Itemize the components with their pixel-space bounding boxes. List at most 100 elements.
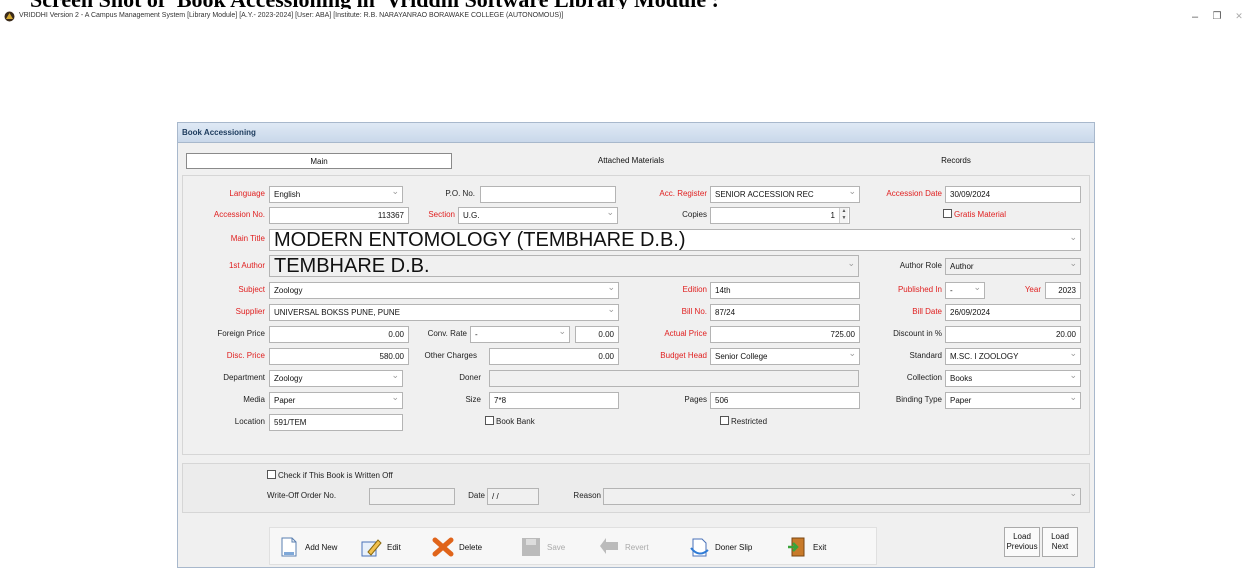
author-role-select[interactable]: Author bbox=[945, 258, 1081, 275]
new-document-icon bbox=[281, 537, 297, 557]
published-in-label: Published In bbox=[897, 285, 942, 294]
written-off-label: Check if This Book is Written Off bbox=[278, 471, 393, 480]
app-titlebar: VRIDDHI Version 2 - A Campus Management … bbox=[0, 9, 1248, 27]
section-select[interactable]: U.G. bbox=[458, 207, 618, 224]
po-no-input[interactable] bbox=[480, 186, 616, 203]
section-label: Section bbox=[428, 210, 455, 219]
accession-no-input[interactable]: 113367 bbox=[269, 207, 409, 224]
doner-slip-icon bbox=[690, 538, 709, 557]
reason-label: Reason bbox=[573, 491, 601, 500]
accession-date-input[interactable]: 30/09/2024 bbox=[945, 186, 1081, 203]
first-author-input[interactable]: TEMBHARE D.B. bbox=[269, 255, 859, 277]
department-select[interactable]: Zoology bbox=[269, 370, 403, 387]
supplier-select[interactable]: UNIVERSAL BOKSS PUNE, PUNE bbox=[269, 304, 619, 321]
book-accessioning-window: Book Accessioning Main Attached Material… bbox=[177, 122, 1095, 568]
exit-door-icon bbox=[788, 537, 805, 557]
conv-rate-select[interactable]: - bbox=[470, 326, 570, 343]
standard-select[interactable]: M.SC. I ZOOLOGY bbox=[945, 348, 1081, 365]
form-title: Book Accessioning bbox=[178, 123, 1094, 143]
acc-register-label: Acc. Register bbox=[659, 189, 707, 198]
po-no-label: P.O. No. bbox=[445, 189, 475, 198]
actual-price-input[interactable]: 725.00 bbox=[710, 326, 860, 343]
minimize-button[interactable]: – bbox=[1184, 11, 1206, 23]
bill-date-input[interactable]: 26/09/2024 bbox=[945, 304, 1081, 321]
revert-button[interactable]: Revert bbox=[598, 532, 649, 562]
write-off-order-input[interactable] bbox=[369, 488, 455, 505]
collection-select[interactable]: Books bbox=[945, 370, 1081, 387]
budget-head-select[interactable]: Senior College bbox=[710, 348, 860, 365]
bill-date-label: Bill Date bbox=[912, 307, 942, 316]
discount-input[interactable]: 20.00 bbox=[945, 326, 1081, 343]
load-next-button[interactable]: Load Next bbox=[1042, 527, 1078, 557]
foreign-price-input[interactable]: 0.00 bbox=[269, 326, 409, 343]
disc-price-input[interactable]: 580.00 bbox=[269, 348, 409, 365]
actual-price-label: Actual Price bbox=[664, 329, 707, 338]
exit-button[interactable]: Exit bbox=[786, 532, 826, 562]
binding-type-select[interactable]: Paper bbox=[945, 392, 1081, 409]
app-logo-icon bbox=[4, 11, 15, 22]
gratis-material-checkbox[interactable]: Gratis Material bbox=[943, 209, 1006, 221]
app-title: VRIDDHI Version 2 - A Campus Management … bbox=[19, 12, 564, 19]
edit-button[interactable]: Edit bbox=[360, 532, 401, 562]
tab-records[interactable]: Records bbox=[866, 153, 1046, 169]
media-select[interactable]: Paper bbox=[269, 392, 403, 409]
copies-spinner[interactable]: ▲ ▼ bbox=[839, 208, 848, 223]
delete-button[interactable]: Delete bbox=[432, 532, 482, 562]
edition-input[interactable]: 14th bbox=[710, 282, 860, 299]
year-input[interactable]: 2023 bbox=[1045, 282, 1081, 299]
restricted-checkbox[interactable]: Restricted bbox=[720, 416, 767, 428]
main-title-label: Main Title bbox=[230, 234, 265, 243]
restore-button[interactable]: ❐ bbox=[1206, 11, 1228, 22]
language-select[interactable]: English bbox=[269, 186, 403, 203]
published-in-select[interactable]: - bbox=[945, 282, 985, 299]
subject-label: Subject bbox=[238, 285, 265, 294]
write-off-date-label: Date bbox=[468, 491, 485, 500]
pages-label: Pages bbox=[684, 395, 707, 404]
first-author-label: 1st Author bbox=[228, 261, 265, 270]
write-off-order-label: Write-Off Order No. bbox=[267, 491, 337, 500]
tab-main[interactable]: Main bbox=[186, 153, 452, 169]
author-role-label: Author Role bbox=[899, 261, 942, 270]
bill-no-input[interactable]: 87/24 bbox=[710, 304, 860, 321]
discount-label: Discount in % bbox=[893, 329, 942, 338]
location-input[interactable]: 591/TEM bbox=[269, 414, 403, 431]
add-new-button[interactable]: Add New bbox=[278, 532, 337, 562]
delete-x-icon bbox=[432, 537, 454, 557]
write-off-date-input[interactable]: / / bbox=[487, 488, 539, 505]
copies-label: Copies bbox=[682, 210, 707, 219]
tab-attached-materials[interactable]: Attached Materials bbox=[541, 153, 721, 169]
budget-head-label: Budget Head bbox=[660, 351, 707, 360]
standard-label: Standard bbox=[909, 351, 942, 360]
restricted-label: Restricted bbox=[731, 417, 768, 426]
save-button[interactable]: Save bbox=[520, 532, 565, 562]
edit-pencil-icon bbox=[361, 539, 382, 557]
acc-register-select[interactable]: SENIOR ACCESSION REC bbox=[710, 186, 860, 203]
written-off-checkbox[interactable]: Check if This Book is Written Off bbox=[267, 470, 393, 482]
main-title-input[interactable]: MODERN ENTOMOLOGY (TEMBHARE D.B.) bbox=[269, 229, 1081, 251]
disc-price-label: Disc. Price bbox=[226, 351, 265, 360]
other-charges-label: Other Charges bbox=[424, 351, 477, 360]
copies-input[interactable]: 1 bbox=[710, 207, 850, 224]
toolbar: Add New Edit Delete Save Revert Doner Sl… bbox=[269, 527, 877, 565]
reason-select[interactable] bbox=[603, 488, 1081, 505]
foreign-price-label: Foreign Price bbox=[217, 329, 265, 338]
bill-no-label: Bill No. bbox=[681, 307, 707, 316]
doner-slip-button[interactable]: Doner Slip bbox=[688, 532, 752, 562]
save-disk-icon bbox=[522, 538, 540, 556]
close-button[interactable]: ✕ bbox=[1228, 11, 1248, 22]
book-bank-checkbox[interactable]: Book Bank bbox=[485, 416, 535, 428]
size-input[interactable]: 7*8 bbox=[489, 392, 619, 409]
subject-select[interactable]: Zoology bbox=[269, 282, 619, 299]
department-label: Department bbox=[223, 373, 265, 382]
conv-rate-label: Conv. Rate bbox=[427, 329, 467, 338]
size-label: Size bbox=[465, 395, 481, 404]
media-label: Media bbox=[243, 395, 265, 404]
conv-rate-amount[interactable]: 0.00 bbox=[575, 326, 619, 343]
accession-no-label: Accession No. bbox=[213, 210, 265, 219]
other-charges-input[interactable]: 0.00 bbox=[489, 348, 619, 365]
pages-input[interactable]: 506 bbox=[710, 392, 860, 409]
load-previous-button[interactable]: Load Previous bbox=[1004, 527, 1040, 557]
collection-label: Collection bbox=[906, 373, 942, 382]
supplier-label: Supplier bbox=[235, 307, 265, 316]
doner-input[interactable] bbox=[489, 370, 859, 387]
